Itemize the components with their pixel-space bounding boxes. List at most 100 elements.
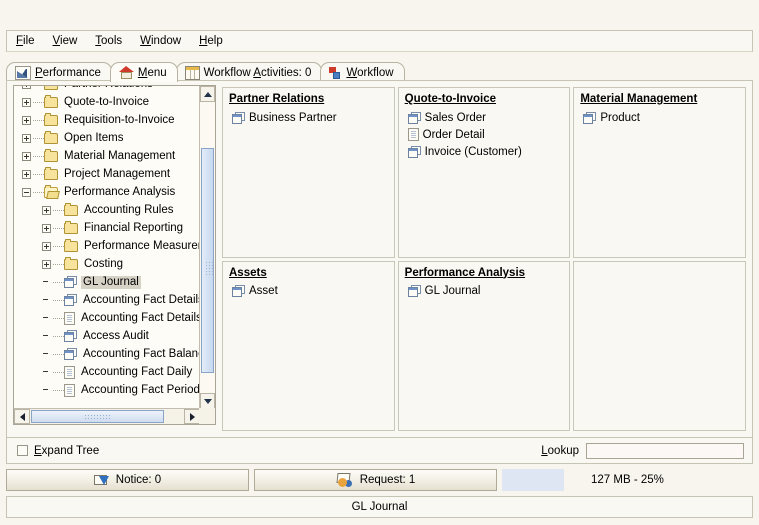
tree-item[interactable]: Performance Analysis bbox=[14, 183, 200, 201]
tree-item-label: Accounting Fact Details bbox=[83, 293, 200, 306]
tab-workflow[interactable]: Workflow bbox=[320, 62, 405, 82]
tree-vertical-scrollbar[interactable] bbox=[199, 86, 215, 409]
category-item[interactable]: Invoice (Customer) bbox=[405, 143, 564, 160]
expand-icon[interactable] bbox=[42, 205, 51, 215]
lookup-input[interactable] bbox=[586, 442, 744, 459]
tree-leaf-spacer bbox=[42, 278, 51, 287]
tree-horizontal-scrollbar[interactable] bbox=[14, 408, 200, 424]
expand-icon[interactable] bbox=[42, 259, 51, 269]
tree-connector bbox=[53, 227, 64, 229]
scroll-up-button[interactable] bbox=[200, 86, 215, 102]
tree-leaf-spacer bbox=[42, 332, 51, 341]
tab-performance[interactable]: Performance bbox=[6, 62, 112, 82]
window-icon bbox=[232, 285, 245, 297]
tree-item[interactable]: Accounting Fact Details bbox=[14, 309, 200, 327]
tree-container: Partner Relations Quote-to-Invoice Requisi… bbox=[13, 85, 216, 425]
expand-icon[interactable] bbox=[42, 223, 51, 233]
folder-icon bbox=[44, 148, 58, 162]
tab-label: Performance bbox=[35, 66, 101, 79]
category-panel: Quote-to-Invoice Sales Order Order Detail I… bbox=[397, 87, 571, 258]
workflow-icon bbox=[329, 66, 342, 79]
category-item[interactable]: Order Detail bbox=[405, 126, 564, 143]
tree-item[interactable]: Access Audit bbox=[14, 327, 200, 345]
tree-item-label: Project Management bbox=[64, 167, 171, 180]
tree-item[interactable]: Project Management bbox=[14, 165, 200, 183]
status-bar: Notice: 0 Request: 1 127 MB - 25% bbox=[6, 468, 753, 492]
scroll-left-button[interactable] bbox=[14, 409, 30, 424]
category-title: Performance Analysis bbox=[404, 266, 526, 279]
category-item[interactable]: Product bbox=[580, 109, 739, 126]
tree-item[interactable]: Accounting Fact Period bbox=[14, 381, 200, 399]
scroll-down-button[interactable] bbox=[200, 393, 215, 409]
expand-icon[interactable] bbox=[22, 151, 31, 161]
expand-tree-checkbox[interactable]: Expand Tree bbox=[17, 445, 99, 457]
memory-label: 127 MB - 25% bbox=[591, 474, 664, 486]
menu-item-view[interactable]: View bbox=[44, 32, 87, 51]
tree-item[interactable]: Performance Measuremen bbox=[14, 237, 200, 255]
vertical-scroll-thumb[interactable] bbox=[201, 148, 214, 373]
tree-connector bbox=[53, 209, 64, 211]
tree-item[interactable]: Requisition-to-Invoice bbox=[14, 111, 200, 129]
request-icon bbox=[336, 473, 354, 487]
tree-item[interactable]: Open Items bbox=[14, 129, 200, 147]
chevron-down-icon bbox=[203, 398, 212, 404]
tree-item-label: Accounting Fact Period bbox=[81, 383, 200, 396]
tree-item-label: Quote-to-Invoice bbox=[64, 95, 150, 108]
tree-item[interactable]: Accounting Rules bbox=[14, 201, 200, 219]
tab-workflow-activities-0[interactable]: Workflow Activities: 0 bbox=[175, 62, 323, 82]
tree-item[interactable]: Costing bbox=[14, 255, 200, 273]
vertical-scroll-track[interactable] bbox=[200, 102, 215, 393]
tree-item-label: Performance Analysis bbox=[64, 185, 176, 198]
expand-tree-label-rest: xpand Tree bbox=[41, 444, 100, 457]
menu-item-tools[interactable]: Tools bbox=[86, 32, 131, 51]
tree-item-label: Performance Measuremen bbox=[84, 239, 200, 252]
category-item-label: Asset bbox=[249, 285, 278, 297]
menu-item-help-label: elp bbox=[207, 34, 223, 47]
tree-item[interactable]: Accounting Fact Balanc bbox=[14, 345, 200, 363]
tree-item-label: Costing bbox=[84, 257, 123, 270]
menu-item-view-label: iew bbox=[60, 34, 78, 47]
expand-icon[interactable] bbox=[22, 169, 31, 179]
tree-item[interactable]: Material Management bbox=[14, 147, 200, 165]
expand-icon[interactable] bbox=[22, 97, 31, 107]
expand-icon[interactable] bbox=[22, 86, 31, 89]
collapse-icon[interactable] bbox=[22, 187, 31, 197]
expand-icon[interactable] bbox=[22, 115, 31, 125]
menu-item-help[interactable]: Help bbox=[190, 32, 232, 51]
lookup-label: Lookup bbox=[541, 444, 579, 457]
category-item[interactable]: Sales Order bbox=[405, 109, 564, 126]
category-item[interactable]: GL Journal bbox=[405, 283, 564, 300]
notice-button[interactable]: Notice: 0 bbox=[6, 469, 249, 491]
category-item[interactable]: Business Partner bbox=[229, 109, 388, 126]
window-icon bbox=[64, 330, 77, 342]
tree-leaf-spacer bbox=[42, 350, 51, 359]
folder-icon bbox=[44, 112, 58, 126]
scroll-right-button[interactable] bbox=[184, 409, 200, 424]
expand-icon[interactable] bbox=[42, 241, 51, 251]
category-item-label: GL Journal bbox=[424, 285, 481, 297]
tab-menu[interactable]: Menu bbox=[109, 62, 178, 82]
checkbox-box[interactable] bbox=[17, 445, 28, 456]
category-item[interactable]: Asset bbox=[229, 283, 388, 300]
tree-item[interactable]: GL Journal bbox=[14, 273, 200, 291]
tree-viewport[interactable]: Partner Relations Quote-to-Invoice Requisi… bbox=[14, 86, 200, 409]
request-button[interactable]: Request: 1 bbox=[254, 469, 497, 491]
menu-item-window[interactable]: Window bbox=[131, 32, 190, 51]
tree-item-label: Access Audit bbox=[83, 329, 149, 342]
tree-connector bbox=[53, 389, 64, 391]
horizontal-scroll-thumb[interactable] bbox=[31, 410, 164, 423]
folder-open-icon bbox=[44, 184, 58, 198]
tab-label: Workflow Activities: 0 bbox=[203, 66, 312, 79]
tree-item[interactable]: Partner Relations bbox=[14, 86, 200, 93]
menu-item-file[interactable]: File bbox=[7, 32, 44, 51]
tree-item[interactable]: Financial Reporting bbox=[14, 219, 200, 237]
tree-item-label: Accounting Fact Details bbox=[81, 311, 200, 324]
tree-item-label: Financial Reporting bbox=[84, 221, 184, 234]
window-icon bbox=[64, 294, 77, 306]
tree-item[interactable]: Accounting Fact Daily bbox=[14, 363, 200, 381]
tree-item[interactable]: Quote-to-Invoice bbox=[14, 93, 200, 111]
folder-icon bbox=[44, 130, 58, 144]
expand-icon[interactable] bbox=[22, 133, 31, 143]
window-icon bbox=[232, 111, 245, 124]
tree-item[interactable]: Accounting Fact Details bbox=[14, 291, 200, 309]
